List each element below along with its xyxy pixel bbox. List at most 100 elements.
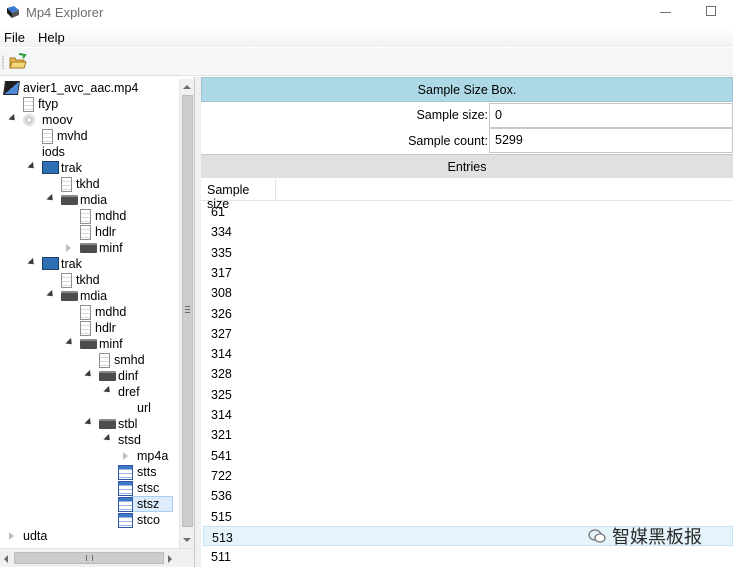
tree-node-udta[interactable]: udta	[0, 528, 180, 544]
document-icon	[99, 353, 110, 368]
tree-node-label: trak	[61, 257, 82, 271]
tree-node-label: smhd	[114, 353, 145, 367]
tree-node-smhd[interactable]: smhd	[0, 352, 180, 368]
tree-node-dref[interactable]: dref	[0, 384, 180, 400]
tree-node-url[interactable]: url	[0, 400, 180, 416]
list-item[interactable]: 536	[203, 485, 733, 505]
tree-node-mdia[interactable]: mdia	[0, 192, 180, 208]
tree-node-trak[interactable]: trak	[0, 256, 180, 272]
tree-node-minf[interactable]: minf	[0, 336, 180, 352]
list-item[interactable]: 541	[203, 445, 733, 465]
folder-icon	[80, 243, 97, 253]
tree-node-dinf[interactable]: dinf	[0, 368, 180, 384]
tree-node-avier1_avc_aac.mp4[interactable]: avier1_avc_aac.mp4	[0, 80, 180, 96]
list-item[interactable]: 511	[203, 546, 733, 566]
tree-node-label: mdhd	[95, 209, 127, 223]
tree-node-mdhd[interactable]: mdhd	[0, 304, 180, 320]
tree-node-stbl[interactable]: stbl	[0, 416, 180, 432]
sample-size-field[interactable]: 0	[489, 103, 733, 128]
expanded-arrow-icon[interactable]	[84, 417, 94, 428]
folder-icon	[61, 291, 78, 301]
expanded-arrow-icon[interactable]	[103, 433, 113, 444]
column-sample-size[interactable]: Sample size	[201, 179, 276, 211]
expanded-arrow-icon[interactable]	[103, 385, 113, 396]
list-item[interactable]: 314	[203, 343, 733, 363]
expanded-arrow-icon[interactable]	[46, 193, 56, 204]
minimize-icon[interactable]	[660, 12, 671, 13]
tree-node-stsz[interactable]: stsz	[0, 496, 180, 512]
tree-node-tkhd[interactable]: tkhd	[0, 272, 180, 288]
collapsed-arrow-icon[interactable]	[9, 532, 14, 540]
scrollbar-thumb[interactable]	[14, 552, 164, 564]
list-item[interactable]: 328	[203, 363, 733, 383]
tree-node-label: dinf	[118, 369, 139, 383]
tree-node-hdlr[interactable]: hdlr	[0, 224, 180, 240]
tree-node-stco[interactable]: stco	[0, 512, 180, 528]
tree-node-label: mvhd	[57, 129, 88, 143]
tree-node-stsd[interactable]: stsd	[0, 432, 180, 448]
entries-list[interactable]: 61 334 335 317 308 326 327 314 328 325 314 321 541 72…	[201, 201, 733, 567]
document-icon	[80, 225, 91, 240]
wechat-icon	[588, 527, 606, 543]
tree-node-label: tkhd	[76, 273, 100, 287]
list-item[interactable]: 325	[203, 384, 733, 404]
list-item[interactable]: 317	[203, 262, 733, 282]
collapsed-arrow-icon[interactable]	[66, 244, 71, 252]
disc-icon	[23, 114, 35, 126]
tree-node-moov[interactable]: moov	[0, 112, 180, 128]
menu-help[interactable]: Help	[38, 30, 65, 45]
tree-node-tkhd[interactable]: tkhd	[0, 176, 180, 192]
tree-node-label: stbl	[118, 417, 138, 431]
tree-node-ftyp[interactable]: ftyp	[0, 96, 180, 112]
list-item[interactable]: 314	[203, 404, 733, 424]
table-icon	[118, 497, 133, 512]
list-item[interactable]: 334	[203, 221, 733, 241]
tree-node-mvhd[interactable]: mvhd	[0, 128, 180, 144]
menu-file[interactable]: File	[4, 30, 25, 45]
collapsed-arrow-icon[interactable]	[123, 452, 128, 460]
open-folder-icon[interactable]	[8, 52, 28, 72]
tree-node-stsc[interactable]: stsc	[0, 480, 180, 496]
mp4-file-icon	[3, 81, 20, 95]
tree-node-label: mp4a	[137, 449, 169, 463]
scroll-down-icon[interactable]	[183, 538, 191, 542]
expanded-arrow-icon[interactable]	[27, 161, 37, 172]
maximize-icon[interactable]	[706, 6, 716, 16]
document-icon	[61, 177, 72, 192]
expanded-arrow-icon[interactable]	[27, 257, 37, 268]
tree-node-hdlr[interactable]: hdlr	[0, 320, 180, 336]
tree-node-stts[interactable]: stts	[0, 464, 180, 480]
toolbar-grip[interactable]	[2, 55, 4, 69]
grip-icon	[185, 306, 190, 313]
tree-node-mdhd[interactable]: mdhd	[0, 208, 180, 224]
list-item[interactable]: 61	[203, 201, 733, 221]
list-item[interactable]: 722	[203, 465, 733, 485]
tree-horizontal-scrollbar[interactable]	[0, 548, 194, 567]
list-item[interactable]: 327	[203, 323, 733, 343]
box-tree[interactable]: avier1_avc_aac.mp4 ftyp moov mvhd iods trak tk…	[0, 77, 195, 567]
entries-header: Entries	[201, 154, 733, 178]
scroll-up-icon[interactable]	[183, 85, 191, 89]
expanded-arrow-icon[interactable]	[65, 337, 75, 348]
tree-node-minf[interactable]: minf	[0, 240, 180, 256]
expanded-arrow-icon[interactable]	[46, 289, 56, 300]
document-icon	[23, 97, 34, 112]
tree-node-mp4a[interactable]: mp4a	[0, 448, 180, 464]
tree-vertical-scrollbar[interactable]	[179, 79, 194, 548]
list-item[interactable]: 335	[203, 242, 733, 262]
tree-node-trak[interactable]: trak	[0, 160, 180, 176]
list-item[interactable]: 326	[203, 303, 733, 323]
tree-node-label: hdlr	[95, 225, 116, 239]
expanded-arrow-icon[interactable]	[8, 113, 18, 124]
list-item[interactable]: 321	[203, 424, 733, 444]
scroll-right-icon[interactable]	[168, 555, 172, 563]
scroll-left-icon[interactable]	[4, 555, 8, 563]
list-item[interactable]: 308	[203, 282, 733, 302]
tree-node-label: mdhd	[95, 305, 127, 319]
scrollbar-thumb[interactable]	[182, 95, 193, 527]
tree-node-label: stts	[137, 465, 157, 479]
tree-node-iods[interactable]: iods	[0, 144, 180, 160]
tree-node-mdia[interactable]: mdia	[0, 288, 180, 304]
expanded-arrow-icon[interactable]	[84, 369, 94, 380]
sample-count-field[interactable]: 5299	[489, 128, 733, 153]
